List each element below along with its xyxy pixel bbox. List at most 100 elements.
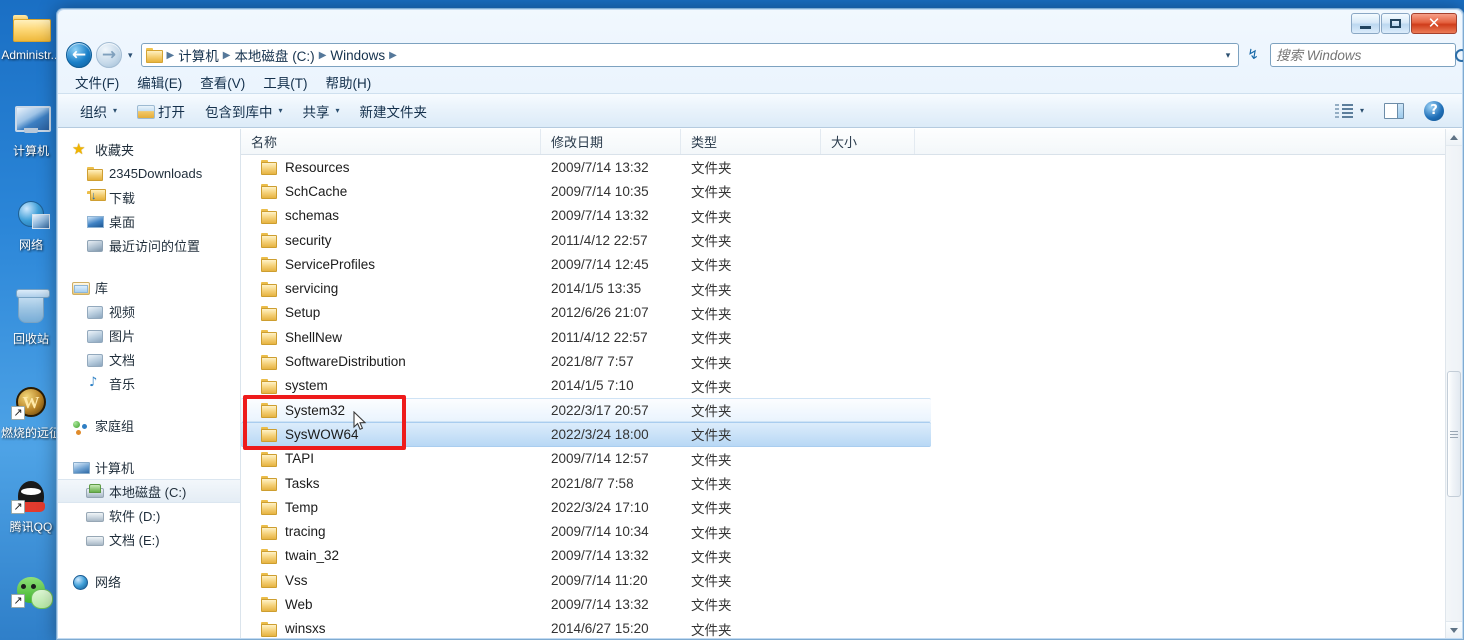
desktop-icon-label: 网络 — [18, 238, 43, 252]
table-row[interactable]: schemas 2009/7/14 13:32 文件夹 — [241, 204, 1462, 228]
table-row[interactable]: Resources 2009/7/14 13:32 文件夹 — [241, 155, 1462, 179]
table-row[interactable]: TAPI 2009/7/14 12:57 文件夹 — [241, 447, 1462, 471]
sidebar-item-drive-e[interactable]: 文档 (E:) — [58, 527, 240, 551]
column-header-name[interactable]: 名称 — [241, 129, 541, 154]
table-row[interactable]: ServiceProfiles 2009/7/14 12:45 文件夹 — [241, 252, 1462, 276]
preview-pane-button[interactable] — [1374, 100, 1414, 122]
column-header-type[interactable]: 类型 — [681, 129, 821, 154]
folder-icon — [261, 573, 277, 589]
title-bar[interactable]: ✕ — [58, 10, 1462, 40]
table-row[interactable]: Temp 2022/3/24 17:10 文件夹 — [241, 495, 1462, 519]
sidebar-label: 文档 (E:) — [109, 532, 160, 548]
share-button[interactable]: 共享 ▾ — [293, 98, 350, 124]
sidebar-item-music[interactable]: 音乐 — [58, 371, 240, 395]
menu-view[interactable]: 查看(V) — [191, 70, 254, 94]
menu-tools[interactable]: 工具(T) — [254, 70, 316, 94]
minimize-button[interactable] — [1351, 13, 1380, 34]
table-row[interactable]: SchCache 2009/7/14 10:35 文件夹 — [241, 179, 1462, 203]
breadcrumb-bar[interactable]: ▶ 计算机 ▶ 本地磁盘 (C:) ▶ Windows ▶ ▾ — [140, 43, 1240, 67]
organize-button[interactable]: 组织 ▾ — [70, 98, 127, 124]
desktop-icon-wechat[interactable]: ↗ — [0, 570, 62, 640]
file-name: Temp — [285, 499, 319, 515]
sidebar-item-documents[interactable]: 文档 — [58, 347, 240, 371]
cell-date-modified: 2009/7/14 10:35 — [551, 183, 649, 199]
scroll-down-button[interactable] — [1446, 621, 1462, 638]
table-row[interactable]: security 2011/4/12 22:57 文件夹 — [241, 228, 1462, 252]
file-name: servicing — [285, 281, 339, 297]
column-header-row: 名称 修改日期 类型 大小 — [241, 129, 1462, 155]
vertical-scrollbar[interactable] — [1445, 129, 1462, 638]
folder-icon — [261, 378, 277, 394]
sidebar-item-pictures[interactable]: 图片 — [58, 323, 240, 347]
desktop-icon-qq[interactable]: ↗ 腾讯QQ — [0, 476, 62, 554]
open-button[interactable]: 打开 — [127, 98, 195, 124]
close-button[interactable]: ✕ — [1411, 13, 1457, 34]
menu-file[interactable]: 文件(F) — [66, 70, 128, 94]
sidebar-item-downloads[interactable]: 下载 — [58, 185, 240, 209]
history-dropdown-button[interactable]: ▾ — [126, 50, 135, 61]
refresh-button[interactable]: ↯ — [1243, 47, 1263, 63]
scrollbar-thumb[interactable] — [1447, 371, 1461, 497]
table-row[interactable]: SysWOW64 2022/3/24 18:00 文件夹 — [241, 422, 931, 447]
include-in-library-button[interactable]: 包含到库中 ▾ — [195, 98, 293, 124]
computer-icon — [72, 460, 90, 475]
table-row[interactable]: system 2014/1/5 7:10 文件夹 — [241, 374, 1462, 398]
table-row[interactable]: Tasks 2021/8/7 7:58 文件夹 — [241, 471, 1462, 495]
sidebar-item-recent-places[interactable]: 最近访问的位置 — [58, 233, 240, 257]
sidebar-item-desktop[interactable]: 桌面 — [58, 209, 240, 233]
desktop-icon-administrator[interactable]: Administr... — [0, 6, 62, 84]
table-row[interactable]: winsxs 2014/6/27 15:20 文件夹 — [241, 617, 1462, 638]
table-row[interactable]: servicing 2014/1/5 13:35 文件夹 — [241, 276, 1462, 300]
table-row[interactable]: SoftwareDistribution 2021/8/7 7:57 文件夹 — [241, 349, 1462, 373]
forward-button[interactable]: → — [96, 42, 122, 68]
change-view-button[interactable]: ▾ — [1325, 100, 1374, 121]
column-header-date-modified[interactable]: 修改日期 — [541, 129, 681, 154]
sidebar-item-favorites[interactable]: ★ 收藏夹 — [58, 137, 240, 161]
column-header-size[interactable]: 大小 — [821, 129, 915, 154]
search-box[interactable] — [1270, 43, 1463, 67]
table-row[interactable]: Setup 2012/6/26 21:07 文件夹 — [241, 301, 1462, 325]
breadcrumb-windows[interactable]: Windows — [327, 47, 388, 64]
cell-date-modified: 2022/3/24 18:00 — [551, 426, 649, 442]
cell-name: SysWOW64 — [251, 427, 551, 443]
sidebar-item-computer[interactable]: 计算机 — [58, 455, 240, 479]
chevron-down-icon: ▾ — [335, 106, 340, 115]
sidebar-item-libraries[interactable]: 库 — [58, 275, 240, 299]
help-button[interactable]: ? — [1414, 98, 1454, 124]
folder-icon — [261, 403, 277, 419]
sidebar-item-2345downloads[interactable]: 2345Downloads — [58, 161, 240, 185]
maximize-button[interactable] — [1381, 13, 1410, 34]
new-folder-button[interactable]: 新建文件夹 — [350, 98, 438, 124]
breadcrumb-computer[interactable]: 计算机 — [175, 44, 222, 66]
sidebar-item-local-disk-c[interactable]: 本地磁盘 (C:) — [58, 479, 240, 503]
breadcrumb-local-disk[interactable]: 本地磁盘 (C:) — [231, 44, 317, 66]
folder-icon — [261, 233, 277, 249]
menu-edit[interactable]: 编辑(E) — [128, 70, 191, 94]
desktop-icon-computer[interactable]: 计算机 — [0, 100, 62, 178]
sidebar-item-homegroup[interactable]: 家庭组 — [58, 413, 240, 437]
sidebar-label: 收藏夹 — [95, 142, 135, 158]
table-row[interactable]: twain_32 2009/7/14 13:32 文件夹 — [241, 544, 1462, 568]
desktop-icon-network[interactable]: 网络 — [0, 194, 62, 272]
chevron-up-icon — [1450, 134, 1458, 140]
network-icon — [11, 194, 51, 234]
table-row[interactable]: System32 2022/3/17 20:57 文件夹 — [241, 397, 931, 423]
desktop-icon-recycle-bin[interactable]: 回收站 — [0, 288, 62, 366]
scroll-up-button[interactable] — [1446, 129, 1462, 146]
desktop-icon-wow-game[interactable]: W ↗ 燃烧的远征 — [0, 382, 62, 460]
sidebar-item-drive-d[interactable]: 软件 (D:) — [58, 503, 240, 527]
table-row[interactable]: tracing 2009/7/14 10:34 文件夹 — [241, 519, 1462, 543]
menu-help[interactable]: 帮助(H) — [317, 70, 381, 94]
search-input[interactable] — [1276, 47, 1455, 63]
cell-name: schemas — [251, 208, 551, 224]
sidebar-item-videos[interactable]: 视频 — [58, 299, 240, 323]
table-row[interactable]: Web 2009/7/14 13:32 文件夹 — [241, 592, 1462, 616]
star-icon: ★ — [72, 139, 86, 158]
cell-name: System32 — [251, 403, 551, 419]
music-library-icon — [86, 375, 103, 391]
table-row[interactable]: Vss 2009/7/14 11:20 文件夹 — [241, 568, 1462, 592]
back-button[interactable]: ← — [66, 42, 92, 68]
sidebar-item-network[interactable]: 网络 — [58, 569, 240, 593]
chevron-down-icon[interactable]: ▾ — [1220, 50, 1237, 61]
table-row[interactable]: ShellNew 2011/4/12 22:57 文件夹 — [241, 325, 1462, 349]
